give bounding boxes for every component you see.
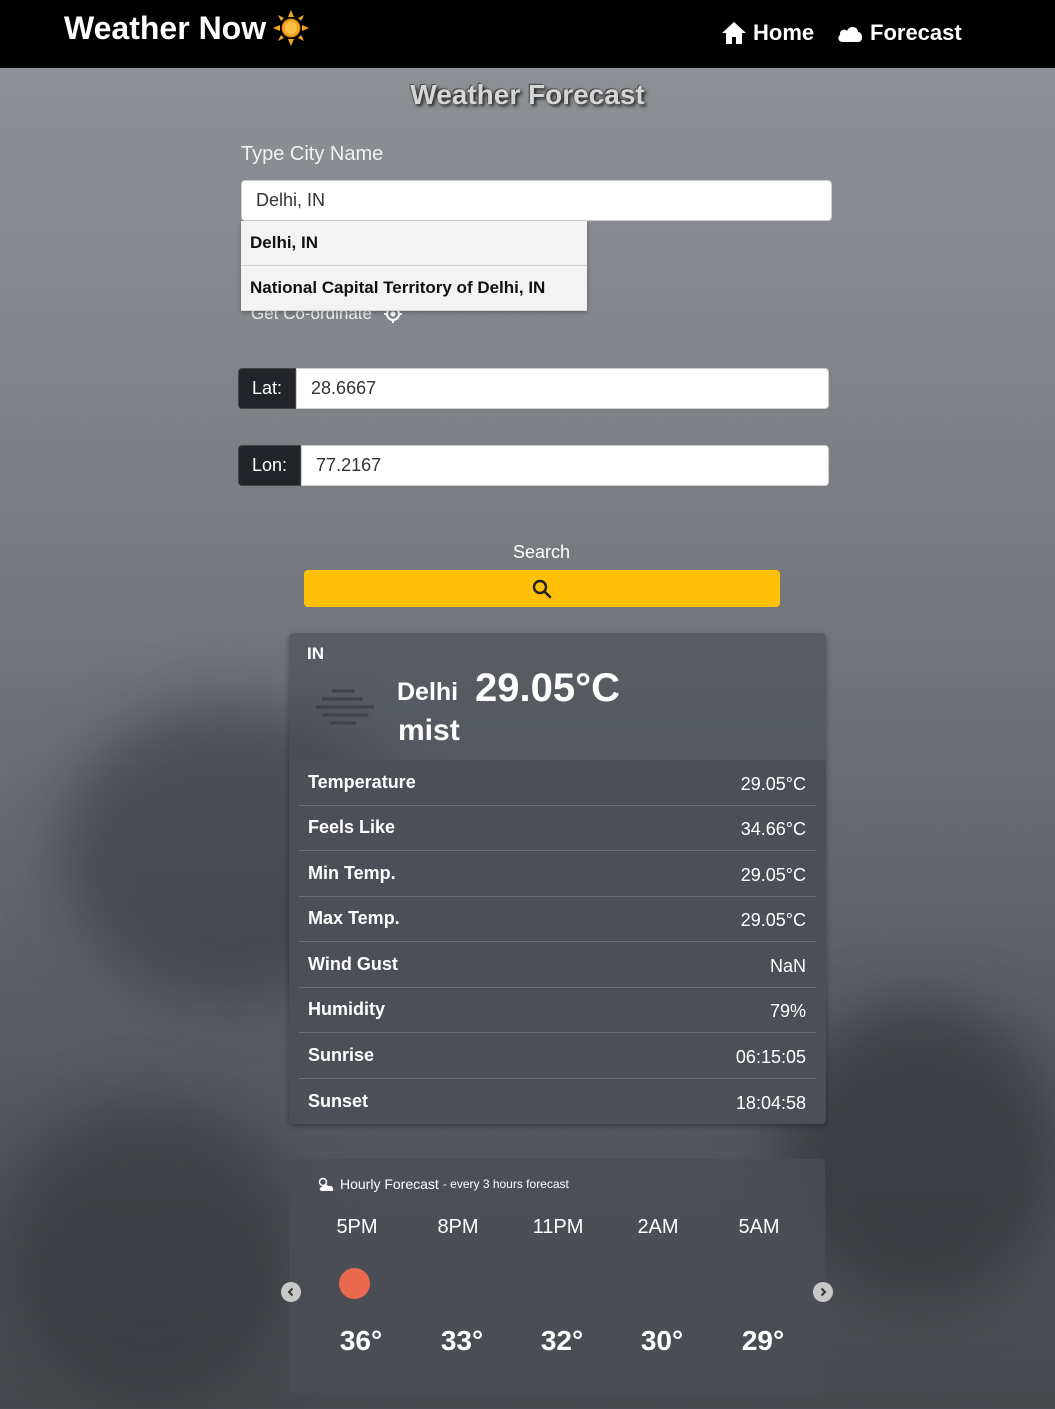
detail-row: Sunrise 06:15:05	[299, 1033, 816, 1079]
hourly-temperature: 32°	[540, 1325, 584, 1356]
detail-name: Temperature	[308, 771, 416, 792]
detail-row: Sunset 18:04:58	[299, 1079, 816, 1125]
fog-decoration	[0, 1100, 300, 1400]
weather-condition: mist	[398, 714, 460, 747]
hourly-indicator-dot[interactable]	[339, 1268, 370, 1299]
city-input[interactable]	[241, 180, 832, 221]
lon-label: Lon:	[238, 445, 302, 486]
suggestion-item[interactable]: Delhi, IN	[241, 221, 587, 266]
hourly-time: 5AM	[738, 1216, 780, 1238]
hourly-prev-button[interactable]	[281, 1282, 301, 1302]
detail-row: Feels Like 34.66°C	[299, 806, 816, 851]
detail-row: Max Temp. 29.05°C	[299, 897, 816, 942]
home-icon	[722, 22, 746, 44]
search-label: Search	[512, 542, 571, 562]
hourly-indicator-dot[interactable]	[539, 1268, 570, 1299]
nav-forecast-link[interactable]: Forecast	[836, 20, 962, 46]
detail-value: 29.05°C	[740, 910, 806, 931]
hourly-time: 2AM	[637, 1216, 679, 1238]
detail-value: 29.05°C	[740, 864, 806, 885]
detail-value: 06:15:05	[735, 1046, 806, 1067]
detail-row: Humidity 79%	[299, 988, 816, 1033]
hourly-time: 5PM	[336, 1216, 378, 1238]
search-icon	[532, 579, 552, 598]
nav-forecast-label: Forecast	[870, 20, 962, 45]
nav-home-label: Home	[753, 20, 815, 45]
hourly-temperature: 36°	[339, 1325, 383, 1356]
hourly-time: 11PM	[532, 1216, 584, 1238]
hourly-forecast-title: Hourly Forecast	[340, 1176, 439, 1192]
sun-icon	[273, 10, 310, 46]
city-input-label: Type City Name	[241, 143, 384, 165]
hourly-forecast-header: Hourly Forecast - every 3 hours forecast	[316, 1176, 569, 1192]
detail-name: Min Temp.	[308, 862, 396, 883]
sun-cloud-icon	[318, 1177, 334, 1191]
detail-name: Humidity	[308, 999, 386, 1020]
nav-home-link[interactable]: Home	[721, 20, 814, 46]
city-name: Delhi	[397, 678, 459, 706]
detail-value: NaN	[769, 955, 806, 976]
country-code: IN	[307, 644, 324, 663]
hourly-temperature: 30°	[640, 1325, 684, 1356]
detail-name: Sunset	[308, 1090, 369, 1111]
search-button[interactable]	[304, 570, 780, 607]
navbar: Weather Now Home Forecast	[0, 0, 1055, 68]
city-suggestions-dropdown: Delhi, IN National Capital Territory of …	[241, 221, 587, 311]
brand-title: Weather Now	[64, 9, 267, 46]
detail-name: Sunrise	[308, 1044, 375, 1065]
chevron-left-icon	[287, 1287, 294, 1297]
detail-row: Temperature 29.05°C	[299, 760, 816, 806]
detail-name: Wind Gust	[308, 953, 398, 974]
detail-value: 29.05°C	[740, 773, 806, 794]
detail-value: 79%	[769, 1001, 806, 1022]
lat-input-group: Lat:	[238, 368, 829, 409]
chevron-right-icon	[820, 1287, 827, 1297]
hourly-time: 8PM	[437, 1216, 479, 1238]
detail-value: 18:04:58	[735, 1092, 806, 1113]
weather-details-table: Temperature 29.05°C Feels Like 34.66°C Min…	[289, 760, 826, 1124]
hourly-indicator-dot[interactable]	[740, 1268, 771, 1299]
hourly-temperature: 29°	[741, 1325, 785, 1356]
hourly-indicator-dot[interactable]	[640, 1268, 671, 1299]
mist-icon	[315, 689, 375, 725]
brand[interactable]: Weather Now	[64, 9, 310, 47]
lat-label: Lat:	[238, 368, 297, 409]
lon-input[interactable]	[301, 445, 829, 486]
current-temperature: 29.05°C	[475, 666, 620, 710]
hourly-next-button[interactable]	[813, 1282, 833, 1302]
hourly-indicator-dot[interactable]	[439, 1268, 470, 1299]
detail-value: 34.66°C	[740, 819, 806, 840]
detail-row: Min Temp. 29.05°C	[299, 851, 816, 897]
detail-name: Max Temp.	[308, 908, 400, 929]
suggestion-item[interactable]: National Capital Territory of Delhi, IN	[241, 266, 587, 311]
detail-row: Wind Gust NaN	[299, 942, 816, 988]
lon-input-group: Lon:	[238, 445, 829, 486]
hourly-temperature: 33°	[440, 1325, 484, 1356]
page-title: Weather Forecast	[410, 79, 645, 110]
lat-input[interactable]	[296, 368, 829, 409]
detail-name: Feels Like	[308, 817, 396, 838]
hourly-forecast-subtitle: - every 3 hours forecast	[442, 1177, 569, 1191]
cloud-icon	[838, 26, 863, 42]
